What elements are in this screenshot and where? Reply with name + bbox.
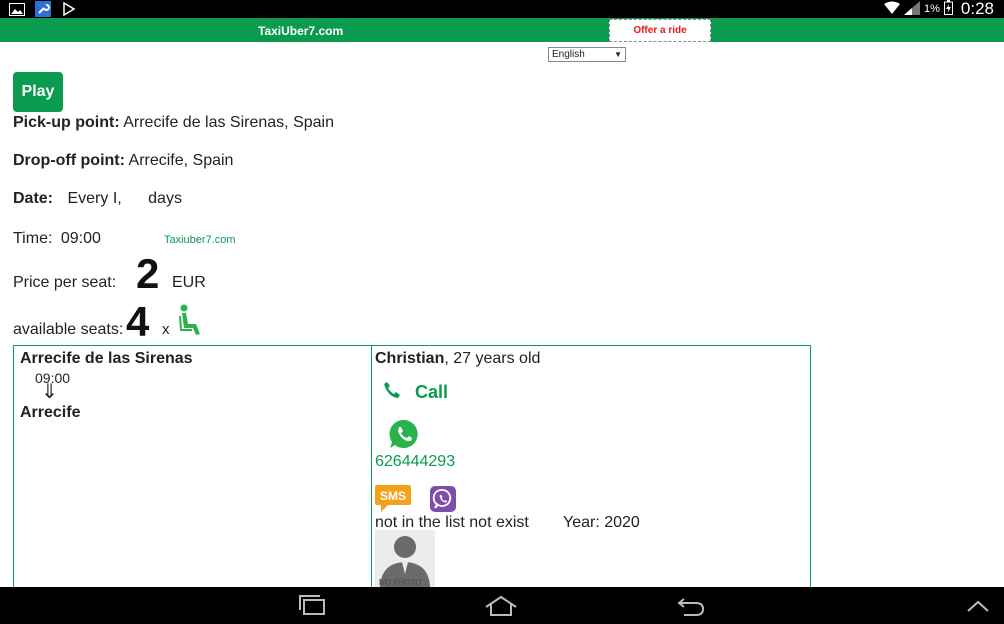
recent-apps-icon[interactable] bbox=[298, 595, 328, 622]
pickup-label: Pick-up point: bbox=[13, 114, 120, 131]
driver-age: , 27 years old bbox=[444, 350, 541, 367]
clock: 0:28 bbox=[960, 0, 994, 18]
price-label: Price per seat: bbox=[13, 274, 117, 291]
car-year: Year: 2020 bbox=[563, 514, 640, 531]
date-label: Date: bbox=[13, 190, 54, 207]
watermark-text: Taxiuber7.com bbox=[164, 234, 236, 246]
chevron-down-icon: ▼ bbox=[614, 50, 622, 59]
language-select-value: English bbox=[552, 49, 585, 60]
date-value: Every I, bbox=[67, 190, 122, 207]
brand-link[interactable]: TaxiUber7.com bbox=[258, 24, 343, 38]
time-label: Time: bbox=[13, 230, 53, 247]
seats-label: available seats: bbox=[13, 321, 124, 338]
phone-number[interactable]: 626444293 bbox=[375, 453, 455, 471]
image-icon bbox=[8, 1, 26, 17]
phone-icon bbox=[383, 381, 401, 404]
status-bar: 1% 0:28 bbox=[0, 0, 1004, 18]
call-label: Call bbox=[415, 382, 449, 402]
wrench-icon bbox=[34, 1, 52, 17]
play-button[interactable]: Play bbox=[13, 72, 63, 112]
price-value: 2 bbox=[136, 250, 160, 297]
pickup-row: Pick-up point: Arrecife de las Sirenas, … bbox=[13, 114, 334, 132]
dropoff-row: Drop-off point: Arrecife, Spain bbox=[13, 152, 233, 170]
arrow-down-icon: ⇓ bbox=[41, 381, 58, 403]
back-icon[interactable] bbox=[676, 595, 706, 622]
driver-name: Christian bbox=[375, 350, 445, 367]
site-header: TaxiUber7.com bbox=[0, 18, 1004, 42]
wifi-icon bbox=[884, 1, 900, 18]
signal-icon bbox=[904, 0, 920, 18]
call-button[interactable]: Call bbox=[383, 381, 448, 404]
play-store-icon bbox=[60, 1, 78, 17]
driver-avatar: NO PHOTO bbox=[375, 530, 435, 587]
route-to: Arrecife bbox=[20, 404, 81, 421]
chevron-up-icon[interactable] bbox=[966, 595, 990, 622]
date-suffix: days bbox=[148, 190, 182, 207]
route-from: Arrecife de las Sirenas bbox=[20, 350, 193, 367]
sms-label: SMS bbox=[380, 489, 406, 503]
viber-icon[interactable] bbox=[430, 486, 456, 517]
seat-icon bbox=[178, 304, 204, 341]
language-select[interactable]: English ▼ bbox=[548, 47, 626, 62]
pickup-value: Arrecife de las Sirenas, Spain bbox=[123, 114, 334, 131]
time-row: Time: 09:00 bbox=[13, 230, 101, 248]
battery-percent: 1% bbox=[924, 3, 940, 15]
home-icon[interactable] bbox=[484, 595, 518, 622]
currency: EUR bbox=[172, 274, 206, 291]
whatsapp-icon[interactable] bbox=[388, 418, 420, 455]
offer-ride-button[interactable]: Offer a ride bbox=[609, 19, 711, 42]
seats-value: 4 bbox=[126, 298, 150, 345]
navigation-bar bbox=[0, 587, 1004, 624]
date-row: Date: Every I, days bbox=[13, 190, 182, 208]
dropoff-value: Arrecife, Spain bbox=[128, 152, 234, 169]
time-value: 09:00 bbox=[60, 230, 101, 247]
battery-charging-icon bbox=[943, 0, 953, 18]
seats-multiplier: x bbox=[162, 321, 170, 338]
dropoff-label: Drop-off point: bbox=[13, 152, 125, 169]
panel-divider bbox=[371, 345, 372, 595]
no-photo-label: NO PHOTO bbox=[379, 578, 422, 587]
driver-info: Christian, 27 years old bbox=[375, 350, 540, 368]
